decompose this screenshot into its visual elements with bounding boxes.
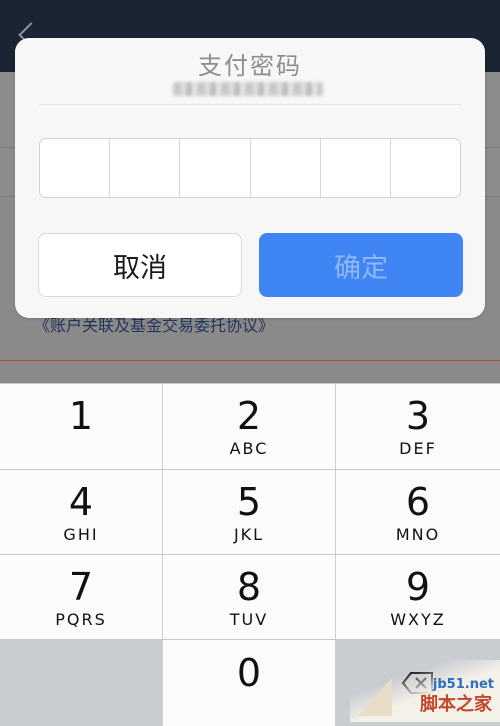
key-3[interactable]: 3 DEF bbox=[336, 384, 500, 469]
masked-account bbox=[173, 82, 323, 96]
confirm-button[interactable]: 确定 bbox=[259, 233, 463, 297]
key-5[interactable]: 5 JKL bbox=[163, 470, 336, 554]
key-digit: 0 bbox=[236, 650, 262, 695]
key-digit: 8 bbox=[236, 564, 262, 609]
dialog-title: 支付密码 bbox=[198, 52, 302, 80]
key-letters: PQRS bbox=[55, 609, 107, 629]
payment-password-dialog: 支付密码 取消 确定 bbox=[15, 38, 485, 318]
key-4[interactable]: 4 GHI bbox=[0, 470, 163, 554]
pin-input[interactable] bbox=[39, 138, 461, 198]
cancel-button[interactable]: 取消 bbox=[38, 233, 242, 297]
key-digit: 4 bbox=[68, 479, 94, 524]
key-empty bbox=[0, 640, 163, 726]
key-digit: 5 bbox=[236, 479, 262, 524]
key-letters: DEF bbox=[399, 439, 437, 458]
key-letters: MNO bbox=[395, 524, 441, 544]
key-letters: TUV bbox=[229, 609, 269, 629]
pin-cell bbox=[180, 139, 251, 197]
key-letters: WXYZ bbox=[390, 609, 446, 629]
key-digit: 1 bbox=[68, 394, 94, 438]
pin-cell bbox=[391, 139, 460, 197]
watermark-name: 脚本之家 bbox=[420, 694, 492, 715]
key-0[interactable]: 0 bbox=[163, 640, 336, 726]
key-letters: ABC bbox=[229, 439, 269, 458]
pin-cell bbox=[321, 139, 391, 197]
key-8[interactable]: 8 TUV bbox=[163, 555, 336, 639]
page-fold-icon bbox=[358, 678, 392, 716]
key-6[interactable]: 6 MNO bbox=[336, 470, 500, 554]
key-7[interactable]: 7 PQRS bbox=[0, 555, 163, 639]
pin-cell bbox=[110, 139, 181, 197]
key-digit: 7 bbox=[68, 564, 94, 609]
pin-cell bbox=[40, 139, 111, 197]
key-9[interactable]: 9 WXYZ bbox=[336, 555, 500, 639]
divider bbox=[0, 360, 500, 361]
key-digit: 6 bbox=[405, 479, 431, 524]
divider bbox=[39, 104, 461, 105]
key-2[interactable]: 2 ABC bbox=[163, 384, 336, 469]
pin-cell bbox=[251, 139, 321, 197]
key-letters: JKL bbox=[233, 524, 265, 544]
key-letters: GHI bbox=[63, 524, 99, 544]
key-1[interactable]: 1 bbox=[0, 384, 163, 469]
key-digit: 3 bbox=[405, 394, 431, 438]
watermark: jb51.net 脚本之家 bbox=[350, 660, 500, 722]
key-digit: 2 bbox=[236, 394, 262, 438]
key-digit: 9 bbox=[405, 564, 431, 609]
